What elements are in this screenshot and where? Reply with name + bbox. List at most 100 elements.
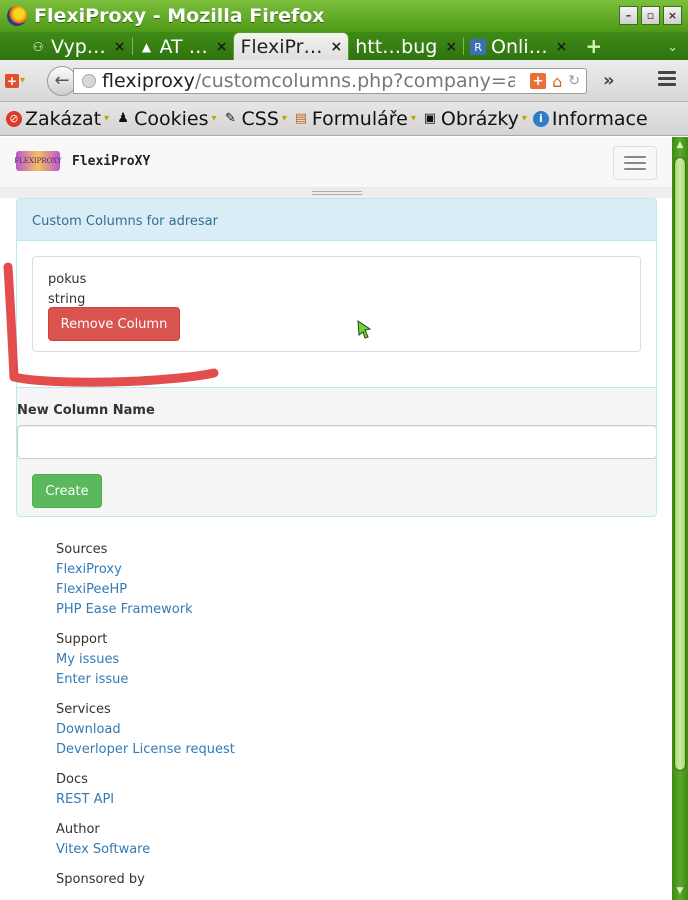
close-tab-icon[interactable]: × <box>330 39 342 55</box>
forbidden-icon: ⊘ <box>6 110 22 127</box>
toolbar-item-label: Informace <box>551 107 648 130</box>
user-icon: ♟ <box>117 111 129 126</box>
caret-down-icon: ▾ <box>104 113 110 124</box>
picture-icon: ▣ <box>423 111 437 126</box>
footer-link-license-request[interactable]: Deverloper License request <box>56 740 235 760</box>
tab-label: Vyp… <box>51 36 106 58</box>
scroll-down-icon[interactable]: ▼ <box>675 887 685 896</box>
toolbar-item-disable[interactable]: ⊘ Zakázat ▾ <box>6 108 109 130</box>
footer-heading: Docs <box>56 772 88 787</box>
bookmarks-toolbar: ⊘ Zakázat ▾ ♟ Cookies ▾ ✎ CSS ▾ ▤ Formul… <box>0 102 688 136</box>
scroll-up-icon[interactable]: ▲ <box>675 141 685 150</box>
hamburger-menu-icon[interactable] <box>658 71 676 89</box>
menu-bar-icon <box>624 156 646 158</box>
caret-down-icon: ▾ <box>211 113 217 124</box>
reload-icon[interactable]: ↻ <box>568 73 580 89</box>
tab-vyp[interactable]: ⚇ Vyp… × <box>24 34 132 60</box>
site-navbar: FLEXIPROXY FlexiProXY <box>0 137 672 188</box>
site-footer: Sources FlexiProxy FlexiPeeHP PHP Ease F… <box>56 540 235 900</box>
footer-heading: Sponsored by <box>56 872 145 887</box>
r-square-icon: R <box>470 39 487 55</box>
caret-down-icon: ▾ <box>521 113 527 124</box>
caret-down-icon: ▾ <box>20 75 26 86</box>
footer-link-download[interactable]: Download <box>56 720 235 740</box>
tab-list-chevron-icon[interactable]: ⌄ <box>667 40 678 55</box>
footer-link-php-ease[interactable]: PHP Ease Framework <box>56 600 235 620</box>
custom-columns-panel: Custom Columns for adresar pokus string … <box>16 198 657 517</box>
footer-heading: Support <box>56 632 108 647</box>
tab-online[interactable]: R Onli… × <box>464 34 573 60</box>
tab-label: Onli… <box>491 36 548 58</box>
menu-bar-icon <box>624 162 646 164</box>
footer-link-enter-issue[interactable]: Enter issue <box>56 670 235 690</box>
footer-group-support: Support My issues Enter issue <box>56 630 235 690</box>
footer-link-vitex-software[interactable]: Vitex Software <box>56 840 235 860</box>
url-actions: + ⌂ ↻ <box>530 72 580 91</box>
clipboard-icon: ▤ <box>294 111 308 126</box>
new-column-label: New Column Name <box>17 403 155 418</box>
tab-bar: ⚇ Vyp… × ▲ AT … × FlexiPr… × htt…bug × R… <box>0 32 688 60</box>
footer-link-rest-api[interactable]: REST API <box>56 790 235 810</box>
panel-heading: Custom Columns for adresar <box>17 199 656 241</box>
new-tab-button[interactable]: + <box>585 34 602 58</box>
toolbar-item-label: Zakázat <box>25 107 102 130</box>
tab-http-bug[interactable]: htt…bug × <box>349 34 463 60</box>
footer-link-my-issues[interactable]: My issues <box>56 650 235 670</box>
url-bar[interactable]: flexiproxy /customcolumns.php?company=a … <box>73 67 587 94</box>
maximize-button[interactable]: ▫ <box>641 6 660 25</box>
caret-down-icon: ▾ <box>281 113 287 124</box>
footer-heading: Sources <box>56 542 108 557</box>
brand-logo[interactable]: FLEXIPROXY <box>14 151 62 171</box>
site-identity-icon[interactable] <box>82 73 96 88</box>
close-window-button[interactable]: × <box>663 6 682 25</box>
footer-heading: Services <box>56 702 111 717</box>
column-type: string <box>48 292 86 307</box>
minimize-button[interactable]: – <box>619 6 638 25</box>
toolbar-item-label: Cookies <box>134 107 209 130</box>
scrollbar-thumb[interactable] <box>674 157 686 771</box>
new-column-name-input[interactable] <box>17 425 656 459</box>
tab-at[interactable]: ▲ AT … × <box>133 34 234 60</box>
brand-name[interactable]: FlexiProXY <box>72 154 150 169</box>
firefox-logo-icon <box>7 6 27 26</box>
remove-column-button[interactable]: Remove Column <box>48 307 180 341</box>
toolbar-item-cookies[interactable]: ♟ Cookies ▾ <box>115 108 216 130</box>
toolbar-item-label: CSS <box>241 107 279 130</box>
bookmark-plus-icon[interactable]: + <box>530 73 547 89</box>
footer-link-flexipeehp[interactable]: FlexiPeeHP <box>56 580 235 600</box>
footer-link-flexiproxy[interactable]: FlexiProxy <box>56 560 235 580</box>
overflow-chevron-icon[interactable]: » <box>603 70 615 91</box>
create-button[interactable]: Create <box>32 474 102 508</box>
url-domain: flexiproxy <box>102 69 195 92</box>
tab-label: htt…bug <box>355 36 438 58</box>
menu-bar-icon <box>624 168 646 170</box>
resize-grip-icon[interactable] <box>312 191 362 195</box>
footer-heading: Author <box>56 822 100 837</box>
navbar-toggle-button[interactable] <box>613 146 657 180</box>
footer-group-sponsored: Sponsored by <box>56 870 235 890</box>
column-name: pokus <box>48 272 87 287</box>
toolbar-item-images[interactable]: ▣ Obrázky ▾ <box>422 108 527 130</box>
navigation-toolbar: + ▾ ← flexiproxy /customcolumns.php?comp… <box>0 60 688 102</box>
tab-flexiproxy[interactable]: FlexiPr… × <box>233 32 350 60</box>
home-icon[interactable]: ⌂ <box>552 72 562 91</box>
toolbar-item-information[interactable]: i Informace <box>532 107 648 130</box>
toolbar-item-forms[interactable]: ▤ Formuláře ▾ <box>293 108 416 130</box>
info-icon: i <box>532 110 549 127</box>
footer-group-docs: Docs REST API <box>56 770 235 810</box>
footer-group-sources: Sources FlexiProxy FlexiPeeHP PHP Ease F… <box>56 540 235 620</box>
addon-menu-button[interactable]: + ▾ <box>5 70 33 92</box>
tab-label: AT … <box>159 36 208 58</box>
mouse-cursor-icon <box>357 320 372 339</box>
close-tab-icon[interactable]: × <box>445 39 457 55</box>
addon-plus-icon: + <box>5 73 19 88</box>
url-path: /customcolumns.php?company=a <box>194 69 515 92</box>
close-tab-icon[interactable]: × <box>114 39 126 55</box>
vertical-scrollbar[interactable]: ▲ ▼ <box>672 137 688 900</box>
page-viewport: FLEXIPROXY FlexiProXY Custom Columns for… <box>0 137 688 900</box>
window-titlebar: FlexiProxy - Mozilla Firefox – ▫ × <box>0 0 688 32</box>
close-tab-icon[interactable]: × <box>216 39 228 55</box>
close-tab-icon[interactable]: × <box>556 39 568 55</box>
toolbar-item-label: Obrázky <box>440 107 519 130</box>
toolbar-item-css[interactable]: ✎ CSS ▾ <box>223 108 287 130</box>
